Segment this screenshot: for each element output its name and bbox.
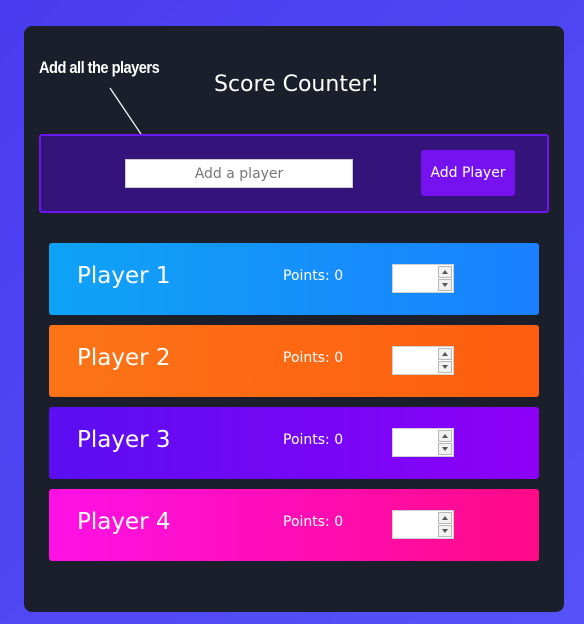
player-row: Player 3 Points: 0 — [49, 407, 539, 479]
player-points: Points: 0 — [283, 514, 344, 530]
points-stepper[interactable] — [392, 428, 454, 457]
triangle-up-icon — [442, 270, 448, 274]
stepper-buttons — [438, 512, 452, 537]
stepper-increment-button[interactable] — [438, 348, 452, 360]
player-name: Player 1 — [77, 263, 171, 289]
annotation-label: Add all the players — [39, 58, 160, 77]
player-row: Player 4 Points: 0 — [49, 489, 539, 561]
player-name: Player 2 — [77, 345, 171, 371]
triangle-up-icon — [442, 434, 448, 438]
stepper-increment-button[interactable] — [438, 512, 452, 524]
player-row: Player 2 Points: 0 — [49, 325, 539, 397]
triangle-up-icon — [442, 352, 448, 356]
points-stepper[interactable] — [392, 510, 454, 539]
player-points: Points: 0 — [283, 350, 344, 366]
triangle-up-icon — [442, 516, 448, 520]
player-row: Player 1 Points: 0 — [49, 243, 539, 315]
stepper-decrement-button[interactable] — [438, 525, 452, 537]
points-stepper[interactable] — [392, 264, 454, 293]
add-player-button[interactable]: Add Player — [421, 150, 515, 196]
add-player-bar: Add Player — [39, 134, 549, 213]
stepper-decrement-button[interactable] — [438, 443, 452, 455]
player-points: Points: 0 — [283, 432, 344, 448]
stepper-buttons — [438, 348, 452, 373]
player-points: Points: 0 — [283, 268, 344, 284]
stepper-increment-button[interactable] — [438, 430, 452, 442]
score-counter-panel: Add all the players Score Counter! Add P… — [24, 26, 564, 612]
player-list: Player 1 Points: 0 Player 2 Points: 0 Pl… — [49, 243, 539, 571]
stepper-decrement-button[interactable] — [438, 279, 452, 291]
stepper-decrement-button[interactable] — [438, 361, 452, 373]
player-name: Player 3 — [77, 427, 171, 453]
triangle-down-icon — [442, 529, 448, 533]
stepper-increment-button[interactable] — [438, 266, 452, 278]
triangle-down-icon — [442, 283, 448, 287]
points-stepper[interactable] — [392, 346, 454, 375]
page-title: Score Counter! — [214, 72, 380, 97]
player-name-input[interactable] — [125, 159, 353, 188]
stepper-buttons — [438, 266, 452, 291]
player-name: Player 4 — [77, 509, 171, 535]
triangle-down-icon — [442, 365, 448, 369]
triangle-down-icon — [442, 447, 448, 451]
stepper-buttons — [438, 430, 452, 455]
